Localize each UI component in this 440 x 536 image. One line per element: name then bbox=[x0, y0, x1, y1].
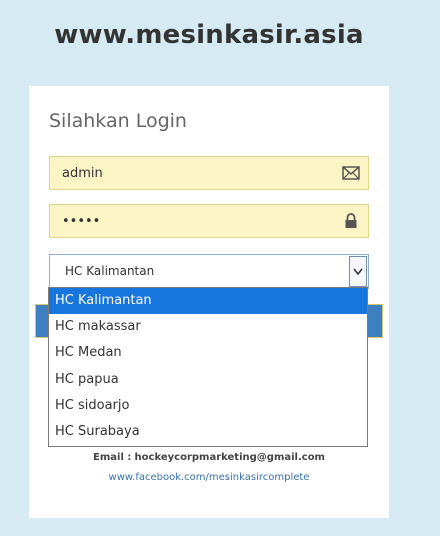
login-card: Silahkan Login HC Kalimantan HC Kalimant… bbox=[29, 86, 389, 518]
email-address: hockeycorpmarketing@gmail.com bbox=[134, 452, 325, 463]
lock-icon bbox=[345, 213, 357, 228]
select-arrow-button[interactable] bbox=[349, 256, 367, 287]
chevron-down-icon bbox=[353, 268, 363, 276]
password-input[interactable] bbox=[50, 205, 368, 237]
facebook-link[interactable]: www.facebook.com/mesinkasircomplete bbox=[29, 472, 389, 483]
password-field-wrapper bbox=[49, 204, 369, 238]
branch-select-value: HC Kalimantan bbox=[65, 264, 155, 278]
site-title: www.mesinkasir.asia bbox=[54, 20, 364, 50]
branch-option-papua[interactable]: HC papua bbox=[49, 367, 367, 393]
username-input[interactable] bbox=[50, 157, 368, 189]
branch-option-medan[interactable]: HC Medan bbox=[49, 340, 367, 366]
branch-option-surabaya[interactable]: HC Surabaya bbox=[49, 419, 367, 445]
email-label: Email : bbox=[93, 452, 132, 463]
branch-dropdown-list: HC Kalimantan HC makassar HC Medan HC pa… bbox=[48, 287, 368, 447]
branch-option-kalimantan[interactable]: HC Kalimantan bbox=[49, 288, 367, 315]
branch-option-makassar[interactable]: HC makassar bbox=[49, 314, 367, 340]
branch-option-sidoarjo[interactable]: HC sidoarjo bbox=[49, 393, 367, 419]
username-field-wrapper bbox=[49, 156, 369, 190]
contact-email: Email : hockeycorpmarketing@gmail.com bbox=[29, 452, 389, 463]
envelope-icon bbox=[342, 166, 360, 180]
branch-select[interactable]: HC Kalimantan bbox=[49, 254, 369, 289]
login-heading: Silahkan Login bbox=[49, 110, 187, 132]
